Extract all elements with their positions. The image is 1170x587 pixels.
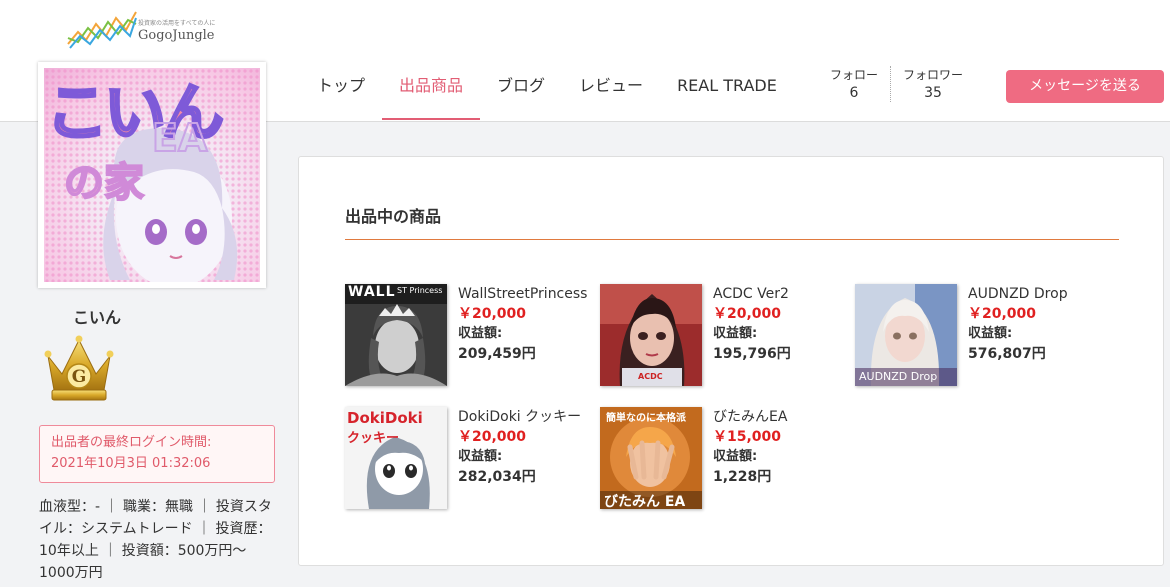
product-card[interactable]: AUDNZD Drop AUDNZD Drop ￥20,000 収益額: 576… — [855, 284, 1110, 389]
avatar-image: こいん EA の家 — [44, 68, 260, 282]
product-price: ￥20,000 — [713, 306, 782, 322]
thumb-subtitle: 簡単なのに本格派 — [606, 413, 686, 424]
product-thumbnail[interactable]: DokiDoki クッキー — [345, 407, 447, 509]
product-thumbnail[interactable]: 簡単なのに本格派 びたみん EA — [600, 407, 702, 509]
avatar-title-ea: EA — [151, 115, 208, 161]
product-earnings: 1,228円 — [713, 469, 772, 485]
follower-count: 35 — [924, 85, 942, 101]
logo-tagline: 投資家の活用をすべての人に — [138, 20, 216, 27]
thumb-title: ACDC — [638, 372, 663, 381]
product-card[interactable]: WALL ST Princess WallStreetPrincess ￥20,… — [345, 284, 600, 389]
tab-top[interactable]: トップ — [300, 62, 382, 120]
product-name[interactable]: DokiDoki クッキー — [458, 407, 603, 427]
avatar-title-bottom: の家 — [63, 159, 145, 207]
tab-real-trade[interactable]: REAL TRADE — [660, 62, 794, 120]
product-card[interactable]: 簡単なのに本格派 びたみん EA びたみんEA ￥15,000 収益額: 1,2… — [600, 407, 855, 512]
product-card[interactable]: DokiDoki クッキー DokiDoki クッキー ￥20,000 収益額:… — [345, 407, 600, 512]
section-title: 出品中の商品 — [345, 207, 442, 226]
profile-details: 血液型：- ｜ 職業：無職 ｜ 投資スタイル：システムトレード ｜ 投資歴：10… — [39, 499, 272, 581]
follower-stat[interactable]: フォロワー 35 — [890, 66, 975, 102]
follow-count: 6 — [849, 85, 859, 101]
thumb-title: WALL — [348, 284, 396, 300]
last-login-box: 出品者の最終ログイン時間: 2021年10月3日 01:32:06 — [39, 425, 275, 483]
send-message-button[interactable]: メッセージを送る — [1006, 70, 1164, 103]
product-name[interactable]: WallStreetPrincess — [458, 284, 603, 304]
tab-review[interactable]: レビュー — [562, 62, 660, 120]
logo-brand: GogoJungle — [138, 28, 215, 43]
product-price: ￥20,000 — [458, 429, 527, 445]
rank-letter: G — [71, 367, 87, 387]
gold-rank-crown-icon: G — [44, 334, 114, 404]
follow-stats: フォロー 6 フォロワー 35 — [818, 66, 975, 102]
profile-tabs: トップ 出品商品 ブログ レビュー REAL TRADE — [300, 62, 794, 120]
section-divider — [345, 239, 1119, 240]
tab-products[interactable]: 出品商品 — [382, 62, 481, 120]
thumb-subtitle: クッキー — [347, 431, 400, 446]
earnings-label: 収益額: — [458, 449, 503, 464]
earnings-label: 収益額: — [713, 449, 758, 464]
gogojungle-logo[interactable]: 投資家の活用をすべての人に GogoJungle — [66, 8, 226, 50]
product-earnings: 282,034円 — [458, 469, 536, 485]
tab-blog[interactable]: ブログ — [480, 62, 562, 120]
product-name[interactable]: AUDNZD Drop — [968, 284, 1113, 304]
product-earnings: 209,459円 — [458, 346, 536, 362]
avatar[interactable]: こいん EA の家 — [38, 62, 266, 288]
earnings-label: 収益額: — [968, 326, 1013, 341]
thumb-title: びたみん EA — [604, 494, 686, 509]
product-earnings: 195,796円 — [713, 346, 791, 362]
product-price: ￥20,000 — [458, 306, 527, 322]
product-thumbnail[interactable]: WALL ST Princess — [345, 284, 447, 386]
product-card[interactable]: ACDC ACDC Ver2 ￥20,000 収益額: 195,796円 — [600, 284, 855, 389]
logo-chart-icon — [67, 11, 137, 49]
earnings-label: 収益額: — [458, 326, 503, 341]
thumb-subtitle: ST Princess — [397, 286, 443, 295]
username: こいん — [73, 308, 122, 327]
last-login-label: 出品者の最終ログイン時間: — [51, 435, 212, 450]
earnings-label: 収益額: — [713, 326, 758, 341]
follow-stat[interactable]: フォロー 6 — [818, 66, 890, 102]
product-price: ￥20,000 — [968, 306, 1037, 322]
product-name[interactable]: ACDC Ver2 — [713, 284, 858, 304]
product-price: ￥15,000 — [713, 429, 782, 445]
last-login-time: 2021年10月3日 01:32:06 — [51, 456, 211, 471]
product-earnings: 576,807円 — [968, 346, 1046, 362]
product-thumbnail[interactable]: AUDNZD Drop — [855, 284, 957, 386]
product-name[interactable]: びたみんEA — [713, 407, 858, 427]
products-panel: 出品中の商品 WALL ST Princess WallStreetPrince… — [298, 156, 1164, 566]
thumb-title: DokiDoki — [347, 409, 423, 427]
follower-label: フォロワー — [903, 68, 964, 82]
product-thumbnail[interactable]: ACDC — [600, 284, 702, 386]
thumb-title: AUDNZD Drop — [859, 370, 938, 383]
follow-label: フォロー — [830, 68, 879, 82]
